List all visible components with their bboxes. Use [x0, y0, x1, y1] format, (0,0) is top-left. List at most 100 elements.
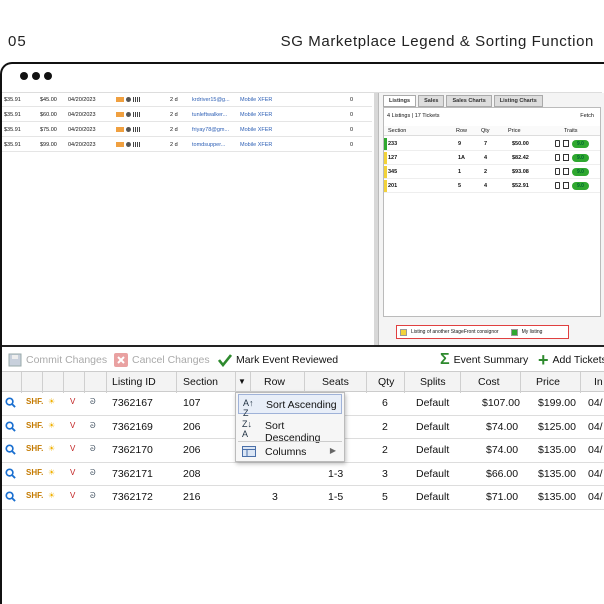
event-summary-button[interactable]: Σ Event Summary — [440, 351, 528, 369]
search-icon[interactable] — [5, 397, 16, 408]
note-icon — [563, 154, 569, 161]
phone-icon — [555, 168, 560, 175]
table-row[interactable]: $35.91 $99.00 04/20/2023 2 d tomdsupper.… — [2, 138, 372, 152]
col-row[interactable]: Row — [264, 376, 285, 388]
qty-cell: 4 — [484, 183, 488, 189]
plus-icon: + — [538, 349, 549, 370]
score-badge: 9.0 — [572, 182, 589, 190]
shf-icon: SHF. — [26, 420, 44, 430]
price-cell: $82.42 — [512, 155, 529, 161]
email-link[interactable]: tunleftwalker... — [192, 112, 227, 118]
inventory-grid-panel: Commit Changes Cancel Changes Mark Event… — [2, 345, 604, 604]
delivery-cell: Mobile XFER — [240, 96, 273, 103]
cost-cell: $74.00 — [486, 444, 519, 456]
listings-panel: Listings Sales Sales Charts Listing Char… — [378, 93, 604, 345]
listing-id-cell: 7362172 — [112, 491, 153, 503]
table-row[interactable]: SHF. ☀ V ᘐ 7362171 208 1-3 3 Default $66… — [2, 463, 604, 486]
email-link[interactable]: tomdsupper... — [192, 142, 225, 148]
mark-reviewed-button[interactable]: Mark Event Reviewed — [218, 351, 338, 369]
columns-item[interactable]: Columns ▶ — [238, 441, 342, 461]
col-qty[interactable]: Qty — [481, 128, 490, 134]
tab-listings[interactable]: Listings — [383, 95, 417, 107]
listing-id-cell: 7362167 — [112, 397, 153, 409]
col-section[interactable]: Section — [388, 128, 406, 134]
vivid-icon: V — [70, 444, 76, 453]
table-row[interactable]: $35.91 $45.00 04/20/2023 2 d krdriver15@… — [2, 93, 372, 107]
section-cell: 208 — [183, 467, 201, 480]
ticket-icons — [116, 96, 141, 103]
add-tickets-button[interactable]: + Add Tickets — [538, 349, 604, 370]
cancel-label: Cancel Changes — [132, 354, 210, 366]
sun-icon: ☀ — [48, 491, 56, 500]
listing-color-bar — [384, 138, 387, 150]
col-seats[interactable]: Seats — [322, 376, 349, 388]
days-cell: 2 d — [170, 96, 178, 103]
price-cell: $99.00 — [40, 141, 57, 148]
section-cell: 233 — [388, 141, 398, 147]
date-cell: 04/ — [588, 467, 603, 480]
commit-changes-button[interactable]: Commit Changes — [8, 351, 107, 369]
listing-color-bar — [384, 180, 387, 192]
qty-cell: 7 — [484, 141, 488, 147]
qty-cell: 2 — [382, 444, 388, 456]
row-cell: 9 — [458, 141, 462, 147]
listing-row[interactable]: 201 5 4 $52.91 9.0 — [384, 179, 600, 193]
sun-icon: ☀ — [48, 397, 56, 406]
color-legend: Listing of another StageFront consignor … — [396, 325, 569, 339]
cancel-changes-button[interactable]: Cancel Changes — [114, 351, 210, 369]
days-cell: 2 d — [170, 141, 178, 148]
col-row[interactable]: Row — [456, 128, 467, 134]
col-cost[interactable]: Cost — [478, 376, 500, 388]
tab-listing-charts[interactable]: Listing Charts — [493, 95, 543, 107]
price-cell: $60.00 — [40, 111, 57, 118]
cost-cell: $35.91 — [4, 141, 21, 148]
listing-row[interactable]: 233 9 7 $50.00 9.0 — [384, 137, 600, 151]
col-listing-id[interactable]: Listing ID — [112, 376, 156, 388]
listing-row[interactable]: 127 1A 4 $82.42 9.0 — [384, 151, 600, 165]
columns-label: Columns — [265, 446, 307, 458]
date-cell: 04/ — [588, 491, 603, 503]
email-link[interactable]: friyay78@gm... — [192, 127, 229, 133]
table-row[interactable]: $35.91 $75.00 04/20/2023 2 d friyay78@gm… — [2, 123, 372, 137]
column-menu-arrow-icon[interactable]: ▼ — [238, 377, 246, 386]
search-icon[interactable] — [5, 467, 16, 479]
table-row[interactable]: SHF. ☀ V ᘐ 7362172 216 3 1-5 5 Default $… — [2, 486, 604, 510]
col-traits[interactable]: Traits — [564, 128, 578, 134]
row-cell: 1 — [458, 169, 462, 175]
col-price[interactable]: Price — [536, 376, 560, 388]
listing-id-cell: 7362169 — [112, 420, 153, 433]
qty-cell: 6 — [382, 397, 388, 409]
search-icon[interactable] — [5, 444, 16, 455]
listing-id-cell: 7362170 — [112, 444, 153, 456]
sort-descending-item[interactable]: Z↓ A Sort Descending — [238, 416, 342, 444]
sun-icon: ☀ — [48, 467, 56, 477]
col-qty[interactable]: Qty — [378, 376, 394, 388]
count-cell: 0 — [350, 111, 354, 118]
cost-cell: $107.00 — [482, 397, 520, 409]
dot-icon — [20, 72, 28, 80]
section-cell: 201 — [388, 183, 398, 189]
col-price[interactable]: Price — [508, 128, 521, 134]
row-cell: 5 — [458, 183, 462, 189]
table-row[interactable]: $35.91 $60.00 04/20/2023 2 d tunleftwalk… — [2, 108, 372, 122]
sort-ascending-item[interactable]: A↑ Z Sort Ascending — [238, 394, 342, 418]
col-splits[interactable]: Splits — [420, 376, 446, 388]
fetch-button[interactable]: Fetch — [580, 113, 594, 119]
marketplace-screenshot: $35.91 $45.00 04/20/2023 2 d krdriver15@… — [2, 92, 604, 345]
date-cell: 04/20/2023 — [68, 111, 96, 118]
price-cell: $75.00 — [40, 126, 57, 133]
listing-row[interactable]: 345 1 2 $93.08 9.0 — [384, 165, 600, 179]
tab-sales-charts[interactable]: Sales Charts — [446, 95, 492, 107]
col-in-hand[interactable]: In — [594, 376, 603, 388]
date-cell: 04/20/2023 — [68, 126, 96, 133]
email-link[interactable]: krdriver15@g... — [192, 97, 230, 103]
note-icon — [563, 182, 569, 189]
search-icon[interactable] — [5, 420, 16, 432]
shf-icon: SHF. — [26, 467, 44, 477]
vivid-icon: V — [70, 467, 76, 477]
col-section[interactable]: Section — [183, 376, 218, 388]
close-icon — [114, 353, 128, 367]
tab-sales[interactable]: Sales — [418, 95, 445, 107]
submenu-arrow-icon: ▶ — [329, 446, 336, 455]
search-icon[interactable] — [5, 491, 16, 502]
